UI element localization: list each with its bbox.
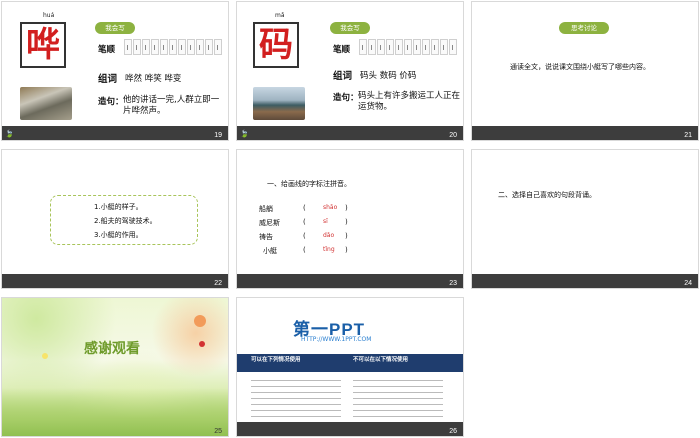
slide-thumbnail-20[interactable]: mǎ 码 我会写 笔顺 组词 码头 数码 价码 造句： 码头上有许多搬运工人正在… <box>236 1 464 141</box>
words: 哗然 哗笑 哗变 <box>125 74 182 84</box>
pinyin: mǎ <box>275 12 285 19</box>
row-4-word: 小艇 <box>263 247 277 255</box>
list-item-1: 1.小艇的样子。 <box>94 203 143 211</box>
slide-footer <box>472 274 698 288</box>
sentence: 他的讲话一完,人群立即一片哗然声。 <box>123 95 220 116</box>
row-3-paren-open: ( <box>303 232 306 240</box>
slide-number: 26 <box>449 428 457 435</box>
slide-number: 24 <box>684 280 692 287</box>
slide-number: 19 <box>214 132 222 139</box>
slide-footer <box>2 422 228 436</box>
sentence: 码头上有许多搬运工人正在运货物。 <box>358 91 461 112</box>
slide-footer <box>237 126 463 140</box>
row-4-paren-open: ( <box>303 246 306 254</box>
row-1-paren-close: ) <box>345 204 348 212</box>
label-bishun: 笔顺 <box>98 45 116 55</box>
row-1-word: 船艄 <box>259 205 273 213</box>
row-3-paren-close: ) <box>345 232 348 240</box>
row-2-pinyin: sī <box>323 218 328 225</box>
stroke-order <box>359 39 457 55</box>
slide-number: 21 <box>684 132 692 139</box>
slide-number: 22 <box>214 280 222 287</box>
label-bishun: 笔顺 <box>333 45 351 55</box>
character-card: 哗 <box>20 22 66 68</box>
slide-number: 20 <box>449 132 457 139</box>
label-zuci: 组词 <box>333 71 353 82</box>
slide-thumbnail-26[interactable]: 第一PPT HTTP://WWW.1PPT.COM 可以在下列情况使用 不可以在… <box>236 297 464 437</box>
pinyin: huá <box>43 12 55 19</box>
photo-crowd <box>20 87 72 120</box>
slide-thumbnail-23[interactable]: 一、给画线的字标注拼音。 船艄 ( shāo ) 威尼斯 ( sī ) 祷告 (… <box>236 149 464 289</box>
slide-thumbnail-21[interactable]: 思考讨论 通读全文，说说课文围绕小艇写了哪些内容。 21 <box>471 1 699 141</box>
row-1-paren-open: ( <box>303 204 306 212</box>
label-zaoju: 造句： <box>98 97 124 107</box>
list-item-2: 2.船夫的驾驶技术。 <box>94 217 157 225</box>
slide-footer <box>2 274 228 288</box>
slide-sorter-view: huá 哗 我会写 笔顺 组词 哗然 哗笑 哗变 造句： 他的讲话一完,人群立即… <box>0 0 700 438</box>
slide-footer <box>472 126 698 140</box>
section-pill: 我会写 <box>95 22 135 34</box>
row-4-pinyin: tǐng <box>323 246 335 253</box>
photo-dock <box>253 87 305 120</box>
slide-number: 23 <box>449 280 457 287</box>
label-zuci: 组词 <box>98 74 118 85</box>
butterfly-icon <box>42 353 48 359</box>
slide-footer <box>2 126 228 140</box>
list-item-3: 3.小艇的作用。 <box>94 231 143 239</box>
row-2-paren-close: ) <box>345 218 348 226</box>
slide-number: 25 <box>214 428 222 435</box>
forbidden-heading: 不可以在以下情况使用 <box>353 357 409 363</box>
links-list-left <box>251 380 341 424</box>
prompt-text: 通读全文，说说课文围绕小艇写了哪些内容。 <box>510 63 650 71</box>
slide-thumbnail-19[interactable]: huá 哗 我会写 笔顺 组词 哗然 哗笑 哗变 造句： 他的讲话一完,人群立即… <box>1 1 229 141</box>
section-pill: 我会写 <box>330 22 370 34</box>
row-3-word: 祷告 <box>259 233 273 241</box>
allowed-heading: 可以在下列情况使用 <box>251 357 301 363</box>
slide-thumbnail-22[interactable]: 1.小艇的样子。 2.船夫的驾驶技术。 3.小艇的作用。 22 <box>1 149 229 289</box>
slide-thumbnail-24[interactable]: 二、选择自己喜欢的句段背诵。 24 <box>471 149 699 289</box>
links-list-right <box>353 380 443 424</box>
flower-icon <box>194 315 206 327</box>
row-2-paren-open: ( <box>303 218 306 226</box>
row-3-pinyin: dǎo <box>323 232 335 239</box>
exercise-heading: 二、选择自己喜欢的句段背诵。 <box>498 191 596 199</box>
brand-url: HTTP://WWW.1PPT.COM <box>301 336 372 343</box>
slide-footer <box>237 274 463 288</box>
section-pill: 思考讨论 <box>559 22 609 34</box>
row-1-pinyin: shāo <box>323 204 338 211</box>
leaf-icon: 🍃 <box>240 130 249 138</box>
label-zaoju: 造句： <box>333 93 359 103</box>
row-4-paren-close: ) <box>345 246 348 254</box>
ladybug-icon <box>199 341 205 347</box>
stroke-order <box>124 39 222 55</box>
row-2-word: 威尼斯 <box>259 219 280 227</box>
thank-you-title: 感谢观看 <box>84 341 140 357</box>
exercise-heading: 一、给画线的字标注拼音。 <box>267 180 351 188</box>
leaf-icon: 🍃 <box>5 130 14 138</box>
slide-footer <box>237 422 463 436</box>
words: 码头 数码 价码 <box>360 71 417 81</box>
slide-thumbnail-25[interactable]: 感谢观看 25 <box>1 297 229 437</box>
character-card: 码 <box>253 22 299 68</box>
